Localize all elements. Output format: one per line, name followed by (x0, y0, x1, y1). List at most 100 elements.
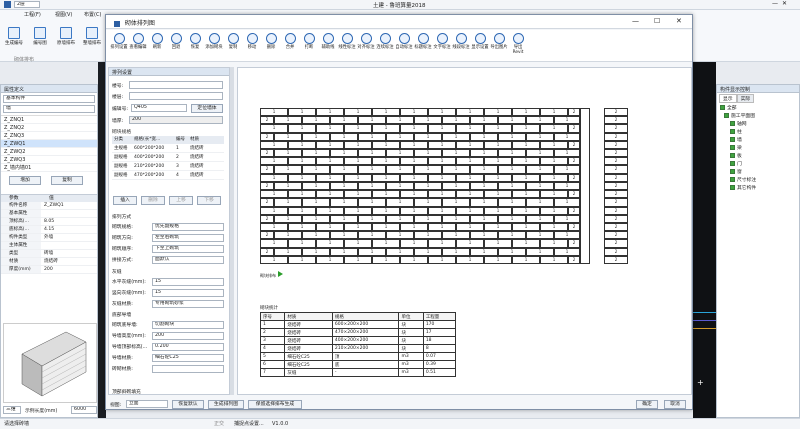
brick-block[interactable]: 1 (470, 214, 498, 223)
brick-block[interactable]: 1 (260, 222, 288, 232)
brick-block[interactable]: 1 (512, 255, 540, 264)
footer-view-select[interactable]: 立面 (126, 400, 168, 408)
number-map-button[interactable]: 编号图 (30, 27, 50, 46)
brick-block[interactable]: 1 (302, 149, 330, 158)
brick-block[interactable]: 1 (386, 181, 414, 191)
spec-action-button[interactable]: 上移 (169, 196, 193, 205)
brick-block[interactable]: 1 (400, 173, 428, 182)
minimize-icon[interactable]: — (772, 0, 778, 7)
brick-block[interactable]: 1 (344, 239, 372, 248)
spec-action-button[interactable]: 删除 (141, 196, 165, 205)
brick-block[interactable]: 1 (526, 116, 554, 125)
setting-value[interactable]: 面默认 (152, 255, 224, 264)
brick-block[interactable]: 1 (498, 214, 526, 223)
brick-block[interactable]: 2 (568, 222, 580, 232)
property-row[interactable]: 顶标高(... 8.05 (1, 218, 97, 226)
brick-block[interactable]: 1 (344, 173, 372, 182)
brick-block[interactable]: 1 (316, 222, 344, 232)
brick-block[interactable]: 1 (344, 255, 372, 264)
brick-block[interactable]: 1 (316, 206, 344, 215)
checkbox-icon[interactable] (730, 129, 735, 134)
brick-block[interactable]: 1 (372, 190, 400, 199)
brick-block[interactable]: 1 (302, 165, 330, 174)
dialog-maximize-icon[interactable]: ☐ (654, 17, 660, 25)
tree-item[interactable]: 尺寸标注 (720, 177, 796, 185)
brick-block[interactable]: 2 (568, 255, 580, 264)
setting-value[interactable]: 优先副规格 (152, 222, 224, 231)
checkbox-icon[interactable] (720, 105, 725, 110)
brick-block[interactable]: 1 (540, 255, 568, 264)
brick-block[interactable]: 1 (358, 149, 386, 158)
brick-block[interactable]: 1 (470, 132, 498, 141)
brick-block[interactable]: 2 (260, 247, 274, 256)
brick-block[interactable]: 1 (330, 247, 358, 256)
brick-block[interactable]: 1 (358, 132, 386, 141)
brick-block[interactable]: 1 (526, 214, 554, 223)
spec-row[interactable]: 副规格 400*200*200 2 烧结砖 (112, 153, 224, 162)
brick-block[interactable]: 1 (456, 190, 484, 199)
spec-row[interactable]: 主规格 600*200*200 1 烧结砖 (112, 144, 224, 153)
brick-block[interactable]: 1 (428, 206, 456, 215)
drawing-canvas[interactable]: 1111111111122111111111111111111111122111… (237, 67, 692, 395)
brick-block[interactable]: 1 (442, 165, 470, 174)
spec-row[interactable]: 副规格 470*200*200 4 烧结砖 (112, 171, 224, 180)
brick-block[interactable]: 1 (554, 198, 580, 207)
brick-block[interactable]: 1 (288, 206, 316, 215)
brick-block[interactable]: 1 (386, 116, 414, 125)
brick-block[interactable]: 1 (274, 198, 302, 207)
brick-block[interactable]: 1 (400, 124, 428, 133)
brick-block[interactable]: 1 (386, 132, 414, 141)
tree-item[interactable]: 板 (720, 153, 796, 161)
brick-block[interactable]: 1 (554, 214, 580, 223)
brick-block[interactable]: 1 (414, 247, 442, 256)
brick-block[interactable]: 1 (428, 239, 456, 248)
setting-value[interactable]: 200 (152, 331, 224, 340)
brick-block[interactable]: 1 (484, 206, 512, 215)
brick-block[interactable]: 1 (484, 173, 512, 182)
spec-row[interactable]: 副规格 210*200*200 3 烧结砖 (112, 162, 224, 171)
brick-block[interactable]: 2 (568, 239, 580, 248)
checkbox-icon[interactable] (730, 169, 735, 174)
brick-block[interactable]: 1 (414, 149, 442, 158)
brick-block[interactable]: 1 (330, 231, 358, 240)
checkbox-icon[interactable] (730, 137, 735, 142)
brick-block[interactable]: 1 (540, 140, 568, 150)
brick-block[interactable]: 1 (428, 124, 456, 133)
brick-block[interactable]: 1 (386, 165, 414, 174)
brick-block[interactable]: 1 (456, 140, 484, 150)
level-select[interactable] (129, 92, 223, 100)
brick-block[interactable]: 1 (526, 231, 554, 240)
brick-block[interactable]: 1 (274, 116, 302, 125)
brick-block[interactable]: 1 (302, 116, 330, 125)
spec-action-button[interactable]: 插入 (113, 196, 137, 205)
type-filter[interactable]: 墙 (3, 105, 95, 113)
brick-block[interactable]: 1 (526, 165, 554, 174)
dialog-tool-button[interactable]: 导出图片 (490, 33, 508, 50)
brick-block[interactable]: 1 (554, 181, 580, 191)
property-row[interactable]: 构件类型 外墙 (1, 234, 97, 242)
brick-block[interactable]: 1 (512, 239, 540, 248)
brick-block[interactable]: 1 (470, 181, 498, 191)
brick-block[interactable]: 1 (316, 255, 344, 264)
tree-item[interactable]: 梁 (720, 145, 796, 153)
property-row[interactable]: 材质 烧结砖 (1, 258, 97, 266)
brick-block[interactable]: 1 (526, 181, 554, 191)
brick-block[interactable]: 1 (372, 108, 400, 117)
brick-block[interactable]: 1 (400, 206, 428, 215)
brick-block[interactable]: 1 (386, 247, 414, 256)
brick-block[interactable]: 1 (372, 124, 400, 133)
brick-block[interactable]: 1 (540, 157, 568, 166)
brick-block[interactable]: 1 (386, 149, 414, 158)
brick-block[interactable]: 2 (568, 124, 580, 133)
component-list-item[interactable]: Z_ZWQ3 (1, 156, 97, 164)
property-row[interactable]: 底标高(... 4.15 (1, 226, 97, 234)
setting-value[interactable]: 下至上砌筑 (152, 244, 224, 253)
brick-block[interactable]: 1 (358, 231, 386, 240)
brick-block[interactable]: 1 (372, 255, 400, 264)
brick-block[interactable]: 1 (344, 222, 372, 232)
dialog-tool-button[interactable]: 标题标注 (414, 33, 432, 50)
brick-block[interactable]: 1 (302, 181, 330, 191)
dialog-tool-button[interactable]: 刷新 (148, 33, 166, 50)
brick-block[interactable]: 1 (330, 181, 358, 191)
dialog-tool-button[interactable]: 文字标注 (433, 33, 451, 50)
